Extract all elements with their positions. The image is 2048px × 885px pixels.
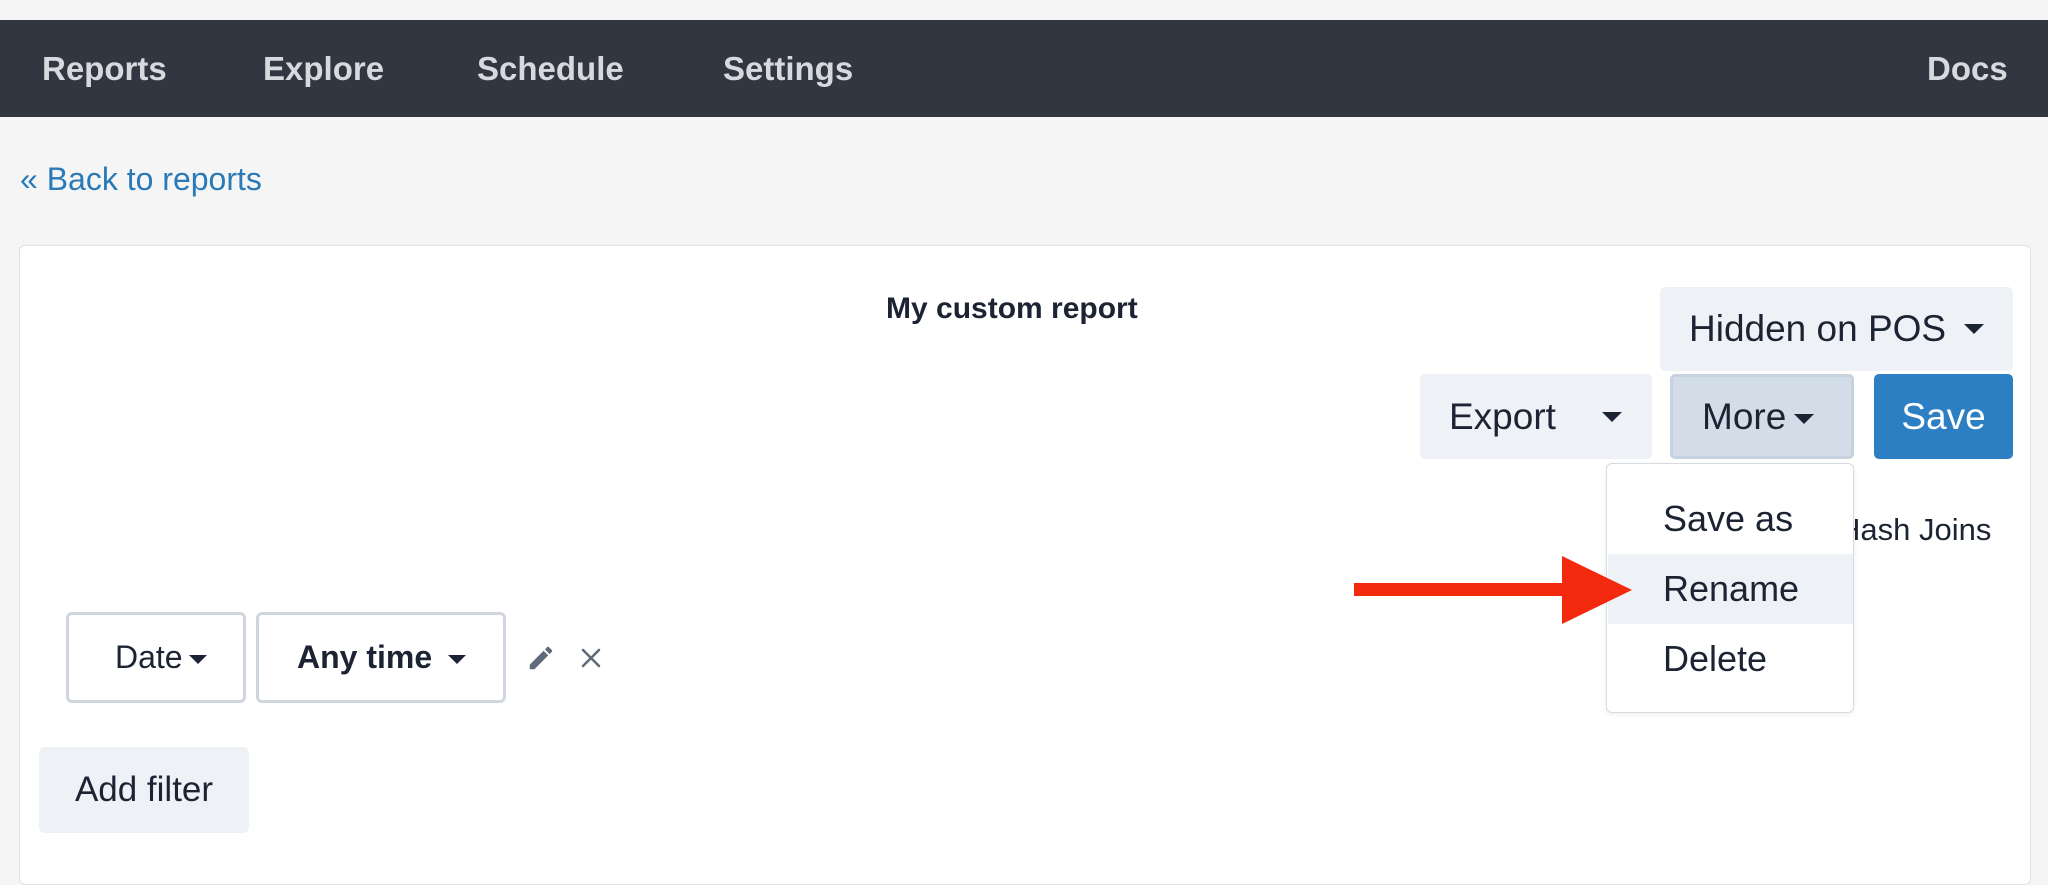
close-icon[interactable]	[579, 646, 603, 670]
visibility-dropdown[interactable]: Hidden on POS	[1660, 287, 2013, 371]
top-navbar: Reports Explore Schedule Settings Docs	[0, 20, 2048, 117]
export-label: Export	[1449, 395, 1556, 437]
add-filter-button[interactable]: Add filter	[39, 747, 249, 833]
filter-value-label: Any time	[297, 639, 433, 675]
caret-down-icon	[1964, 324, 1984, 334]
menu-item-save-as[interactable]: Save as	[1608, 484, 1853, 554]
caret-down-icon	[448, 655, 467, 664]
visibility-label: Hidden on POS	[1689, 308, 1947, 349]
more-label: More	[1702, 395, 1787, 437]
pencil-icon[interactable]	[526, 643, 556, 673]
report-title: My custom report	[886, 292, 1138, 325]
nav-docs[interactable]: Docs	[1927, 20, 2008, 117]
nav-schedule[interactable]: Schedule	[477, 20, 624, 117]
nav-settings[interactable]: Settings	[723, 20, 853, 117]
caret-down-icon	[188, 655, 207, 664]
more-dropdown-menu: Save as Rename Delete	[1606, 463, 1854, 713]
top-strip	[0, 0, 2048, 20]
export-button[interactable]: Export	[1420, 374, 1652, 459]
caret-down-icon	[1794, 414, 1814, 424]
filter-field-dropdown[interactable]: Date	[66, 612, 246, 703]
more-button[interactable]: More	[1670, 374, 1854, 459]
menu-item-delete[interactable]: Delete	[1608, 624, 1853, 694]
filter-value-dropdown[interactable]: Any time	[256, 612, 506, 703]
back-to-reports-link[interactable]: « Back to reports	[20, 161, 262, 198]
nav-explore[interactable]: Explore	[263, 20, 384, 117]
save-button[interactable]: Save	[1874, 374, 2013, 459]
nav-reports[interactable]: Reports	[42, 20, 167, 117]
filter-field-label: Date	[115, 639, 183, 675]
menu-item-rename[interactable]: Rename	[1608, 554, 1853, 624]
hash-joins-text: Hash Joins	[1838, 512, 1992, 547]
caret-down-icon	[1602, 412, 1622, 422]
arrow-right-icon	[1354, 556, 1632, 624]
